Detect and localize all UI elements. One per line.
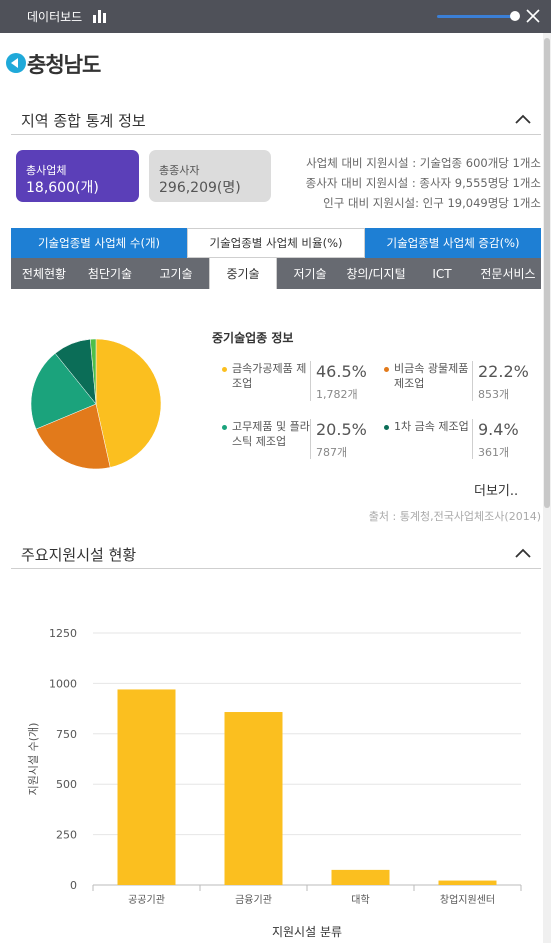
divider — [310, 361, 311, 401]
top-bar: 데이터보드 — [0, 0, 551, 33]
y-tick-label: 250 — [56, 829, 77, 842]
stat-count: 787개 — [316, 446, 348, 459]
stat-count: 1,782개 — [316, 388, 358, 401]
divider — [472, 419, 473, 459]
scrollbar-thumb[interactable] — [544, 38, 550, 508]
legend-dot — [384, 425, 389, 430]
x-tick-label: 금융기관 — [235, 894, 272, 906]
y-tick-label: 750 — [56, 728, 77, 741]
legend-dot — [222, 367, 227, 372]
section-regional-stats-header[interactable]: 지역 종합 통계 정보 — [11, 107, 541, 135]
tab-creative-digital[interactable]: 창의/디지털 — [343, 258, 409, 289]
card-label: 총사업체 — [26, 164, 67, 177]
tab-company-count[interactable]: 기술업종별 사업체 수(개) — [11, 228, 187, 258]
industry-pie-chart — [30, 338, 162, 470]
chevron-up-icon[interactable] — [515, 113, 531, 125]
tab-high-technology[interactable]: 고기술 — [143, 258, 209, 289]
legend-dot — [222, 425, 227, 430]
bar — [117, 689, 176, 885]
region-title: 충청남도 — [27, 53, 101, 77]
x-tick-label: 공공기관 — [128, 894, 165, 906]
slider-handle[interactable] — [510, 11, 520, 21]
stat-item: 1차 금속 제조업 9.4% 361개 — [384, 419, 534, 461]
tab-medium-technology[interactable]: 중기술 — [209, 258, 277, 289]
app-title: 데이터보드 — [27, 10, 83, 24]
chevron-up-icon[interactable] — [515, 547, 531, 559]
tab-ict[interactable]: ICT — [409, 258, 475, 289]
close-icon[interactable] — [524, 7, 542, 25]
y-tick-label: 1000 — [49, 677, 77, 690]
stat-name: 비금속 광물제품 제조업 — [394, 362, 469, 390]
tab-high-tech[interactable]: 첨단기술 — [77, 258, 143, 289]
tab-low-technology[interactable]: 저기술 — [277, 258, 343, 289]
x-axis-title: 지원시설 분류 — [272, 925, 342, 939]
stat-count: 361개 — [478, 446, 510, 459]
tab-overview[interactable]: 전체현황 — [11, 258, 77, 289]
stat-percent: 22.2% — [478, 362, 529, 381]
ratio-employees: 종사자 대비 지원시설 : 종사자 9,555명당 1개소 — [305, 176, 541, 190]
stat-percent: 9.4% — [478, 420, 519, 439]
y-tick-label: 0 — [70, 879, 77, 892]
stat-name: 금속가공제품 제조업 — [232, 362, 307, 390]
stat-item: 비금속 광물제품 제조업 22.2% 853개 — [384, 361, 534, 403]
total-employees-card: 총종사자 296,209(명) — [149, 150, 271, 202]
tab-company-ratio[interactable]: 기술업종별 사업체 비율(%) — [187, 228, 365, 258]
stat-percent: 20.5% — [316, 420, 367, 439]
primary-tabs: 기술업종별 사업체 수(개) 기술업종별 사업체 비율(%) 기술업종별 사업체… — [11, 228, 541, 258]
stat-name: 1차 금속 제조업 — [394, 420, 469, 433]
tab-professional-services[interactable]: 전문서비스 — [475, 258, 541, 289]
tab-company-change[interactable]: 기술업종별 사업체 증감(%) — [365, 228, 541, 258]
y-tick-label: 500 — [56, 778, 77, 791]
secondary-tabs: 전체현황 첨단기술 고기술 중기술 저기술 창의/디지털 ICT 전문서비스 — [11, 258, 541, 289]
legend-dot — [384, 367, 389, 372]
x-tick-label: 대학 — [351, 894, 369, 906]
ratio-population: 인구 대비 지원시설: 인구 19,049명당 1개소 — [323, 196, 541, 210]
y-tick-label: 1250 — [49, 627, 77, 640]
more-link[interactable]: 더보기.. — [474, 480, 518, 499]
ratio-companies: 사업체 대비 지원시설 : 기술업종 600개당 1개소 — [306, 156, 541, 170]
card-value: 296,209(명) — [159, 180, 241, 196]
section-title: 지역 종합 통계 정보 — [21, 112, 146, 130]
stat-count: 853개 — [478, 388, 510, 401]
bar — [438, 880, 497, 885]
source-note: 출처 : 통계청,전국사업체조사(2014) — [368, 510, 541, 523]
support-facilities-bar-chart: 0 250 500 750 1000 1250 공공기관 금융기관 대학 창업지원센터지원시설 분… — [27, 627, 522, 939]
stat-name: 고무제품 및 플라스틱 제조업 — [232, 420, 310, 448]
x-tick-label: 창업지원센터 — [440, 893, 495, 906]
divider — [472, 361, 473, 401]
info-title: 중기술업종 정보 — [212, 331, 294, 345]
bar — [331, 869, 390, 885]
total-companies-card: 총사업체 18,600(개) — [16, 150, 139, 202]
card-label: 총종사자 — [159, 164, 200, 177]
card-value: 18,600(개) — [26, 180, 99, 196]
back-arrow-icon[interactable] — [6, 53, 26, 73]
section-title: 주요지원시설 현황 — [21, 546, 137, 564]
divider — [310, 419, 311, 459]
bar-chart-icon[interactable] — [93, 10, 107, 23]
stat-item: 금속가공제품 제조업 46.5% 1,782개 — [222, 361, 372, 403]
opacity-slider[interactable] — [437, 15, 515, 18]
bar — [224, 712, 283, 885]
y-axis-title: 지원시설 수(개) — [27, 723, 40, 796]
stat-item: 고무제품 및 플라스틱 제조업 20.5% 787개 — [222, 419, 372, 461]
stat-percent: 46.5% — [316, 362, 367, 381]
section-support-facilities-header[interactable]: 주요지원시설 현황 — [11, 541, 541, 569]
